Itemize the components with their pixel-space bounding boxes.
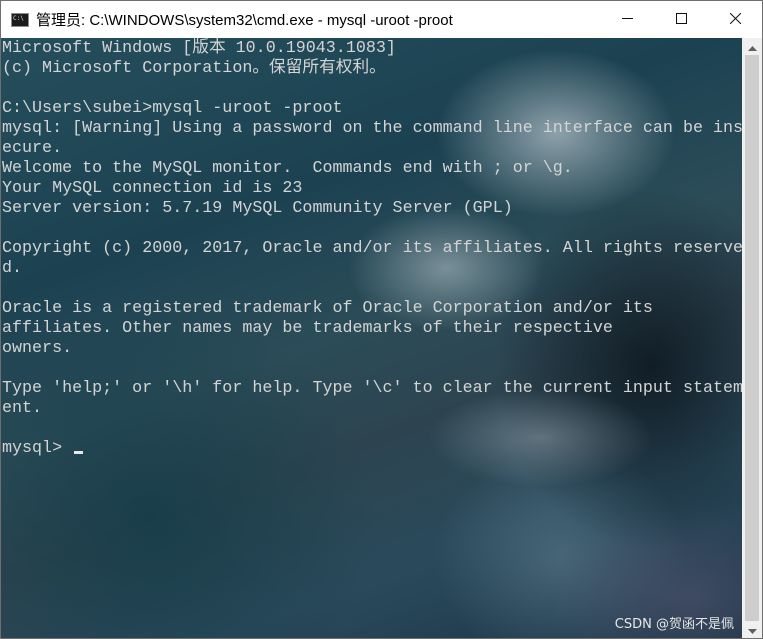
scroll-up-button[interactable] [742,38,762,55]
scroll-up-arrow-icon [747,38,757,56]
console-line: owners. [2,339,73,358]
console-line: Welcome to the MySQL monitor. Commands e… [2,159,573,178]
console-line: ecure. [2,139,63,158]
mysql-prompt: mysql> [2,439,73,458]
console-line: mysql: [Warning] Using a password on the… [2,119,742,138]
scroll-down-button[interactable] [742,621,762,638]
vertical-scrollbar[interactable] [742,38,762,638]
minimize-button[interactable] [600,1,654,38]
text-cursor [74,451,84,454]
scroll-thumb[interactable] [745,55,759,621]
console-line: (c) Microsoft Corporation。保留所有权利。 [2,59,386,78]
console-text: Microsoft Windows [版本 10.0.19043.1083] (c… [2,39,742,459]
console-line: C:\Users\subei>mysql -uroot -proot [2,99,343,118]
console-line: ent. [2,399,43,418]
close-icon [729,11,741,29]
caption-buttons [600,1,762,38]
console-line: Type 'help;' or '\h' for help. Type '\c'… [2,379,742,398]
prompt-line[interactable]: mysql> [2,439,742,459]
console-line: d. [2,259,23,278]
console-line: Copyright (c) 2000, 2017, Oracle and/or … [2,239,742,258]
maximize-button[interactable] [654,1,708,38]
scroll-down-arrow-icon [747,621,757,639]
console-line: Oracle is a registered trademark of Orac… [2,299,653,318]
maximize-icon [675,11,687,29]
console-line: Your MySQL connection id is 23 [2,179,303,198]
watermark: CSDN @贺函不是佩 [614,617,734,632]
close-button[interactable] [708,1,762,38]
console-output[interactable]: Microsoft Windows [版本 10.0.19043.1083] (c… [1,38,742,638]
console-line: affiliates. Other names may be trademark… [2,319,613,338]
cmd-app-icon[interactable]: C:\ [11,12,29,27]
console-line: Microsoft Windows [版本 10.0.19043.1083] [2,39,396,58]
minimize-icon [621,11,633,29]
window-title: 管理员: C:\WINDOWS\system32\cmd.exe - mysql… [36,12,453,29]
cmd-window: C:\ 管理员: C:\WINDOWS\system32\cmd.exe - m… [0,0,763,639]
console-line: Server version: 5.7.19 MySQL Community S… [2,199,513,218]
title-bar[interactable]: C:\ 管理员: C:\WINDOWS\system32\cmd.exe - m… [1,1,762,38]
